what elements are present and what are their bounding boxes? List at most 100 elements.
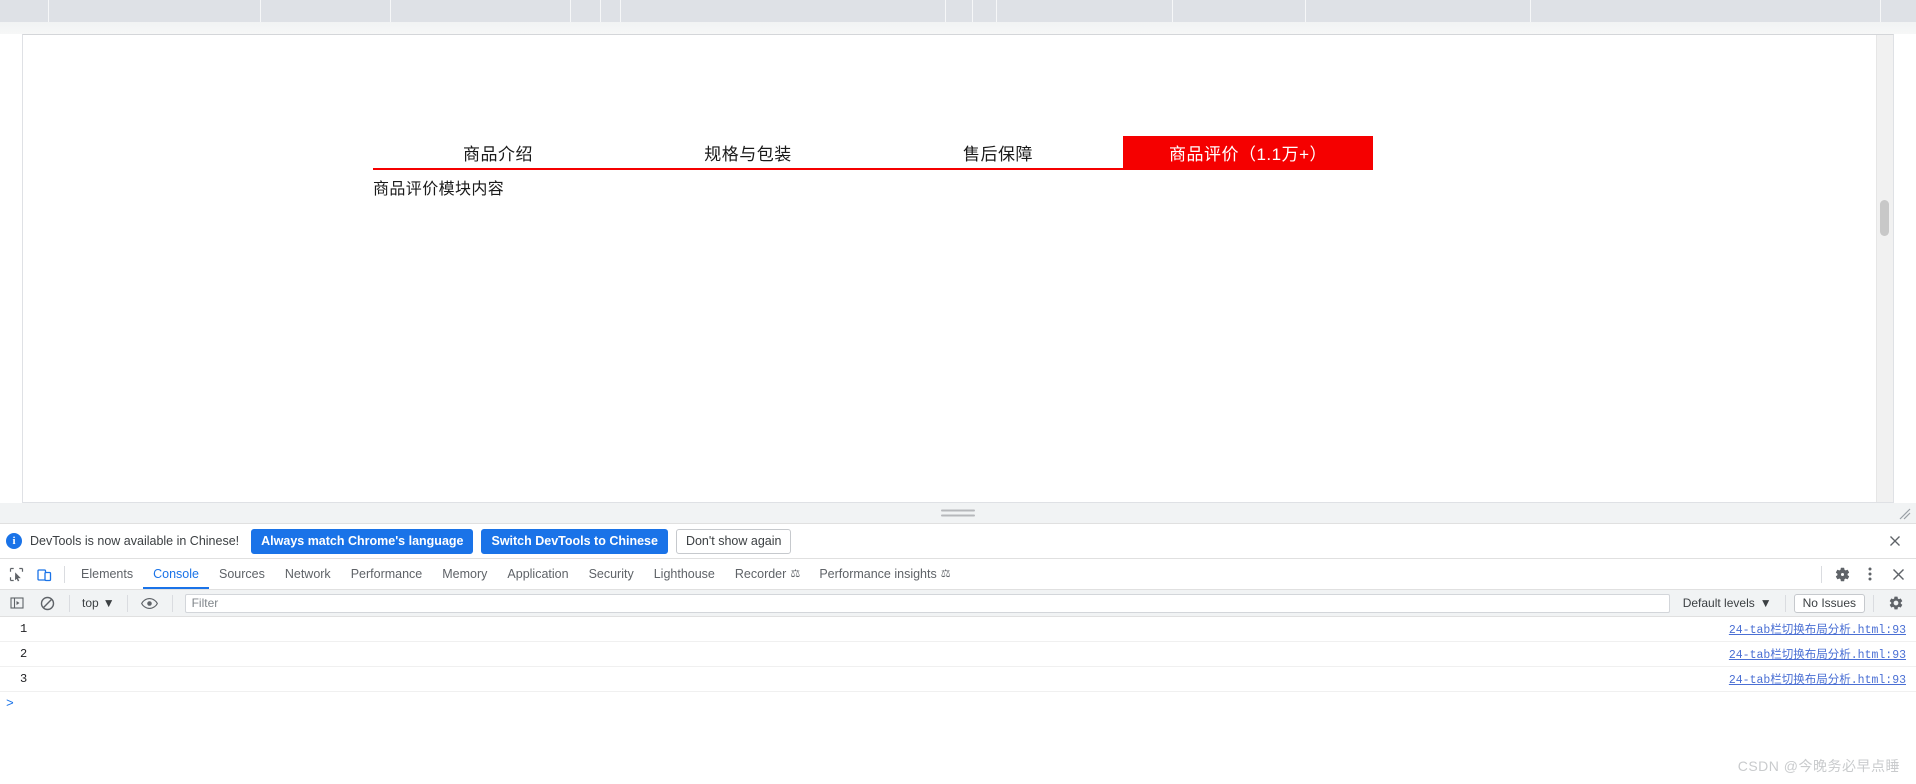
inspect-element-icon[interactable] xyxy=(2,561,30,587)
tab-label: Network xyxy=(284,567,331,581)
close-devtools-icon[interactable] xyxy=(1884,561,1912,587)
banner-message: DevTools is now available in Chinese! xyxy=(30,534,240,548)
tab-product-reviews[interactable]: 商品评价（1.1万+） xyxy=(1123,136,1373,168)
tab-label: Lighthouse xyxy=(653,567,715,581)
bookmark-separator xyxy=(260,0,261,22)
devtools-tab-sources[interactable]: Sources xyxy=(209,559,275,589)
console-filter-input[interactable] xyxy=(184,593,1670,613)
devtools-tab-performance[interactable]: Performance xyxy=(341,559,433,589)
tab-label: Security xyxy=(588,567,634,581)
dont-show-again-button[interactable]: Don't show again xyxy=(675,528,792,554)
tab-label: Performance insights xyxy=(819,567,937,581)
tab-label: 商品评价（1.1万+） xyxy=(1168,144,1328,164)
console-message-text: 2 xyxy=(20,647,28,661)
bookmark-separator xyxy=(1880,0,1881,22)
bookmark-separator xyxy=(972,0,973,22)
more-options-kebab-icon[interactable] xyxy=(1856,561,1884,587)
issues-status-button[interactable]: No Issues xyxy=(1793,593,1865,613)
console-toolbar: top ▼ Default levels ▼ No Issues xyxy=(0,590,1916,617)
devtools-panel-tabbar: Elements Console Sources Network Perform… xyxy=(0,559,1916,590)
tab-label: Memory xyxy=(442,567,488,581)
console-message-list[interactable]: 1 24-tab栏切换布局分析.html:93 2 24-tab栏切换布局分析.… xyxy=(0,617,1916,784)
console-settings-gear-icon[interactable] xyxy=(1882,590,1910,616)
chevron-down-icon: ▼ xyxy=(102,596,115,610)
clear-console-icon[interactable] xyxy=(33,590,61,616)
settings-gear-icon[interactable] xyxy=(1828,561,1856,587)
drag-handle-icon[interactable] xyxy=(941,509,975,517)
page-scrollbar-thumb[interactable] xyxy=(1880,200,1889,236)
toolbar-divider xyxy=(126,594,128,612)
product-tab-bar[interactable]: 商品介绍 规格与包装 售后保障 商品评价（1.1万+） xyxy=(373,136,1373,170)
console-context-selector[interactable]: top ▼ xyxy=(78,594,119,612)
bookmark-separator xyxy=(1172,0,1173,22)
tab-label: Sources xyxy=(218,567,265,581)
console-log-levels-selector[interactable]: Default levels ▼ xyxy=(1678,594,1777,612)
tab-panel-content: 商品评价模块内容 xyxy=(373,181,505,198)
close-icon[interactable] xyxy=(1884,530,1906,552)
devtools-tab-performance-insights[interactable]: Performance insights ⚖ xyxy=(809,559,959,589)
devtools-tab-security[interactable]: Security xyxy=(579,559,644,589)
prompt-chevron-icon: > xyxy=(6,695,14,711)
console-message-text: 1 xyxy=(20,622,28,636)
toolbar-divider xyxy=(1821,565,1822,583)
tab-after-sales[interactable]: 售后保障 xyxy=(873,136,1123,168)
devtools-tab-elements[interactable]: Elements xyxy=(71,559,143,589)
experiment-flask-icon: ⚖ xyxy=(790,567,801,580)
tab-label: 售后保障 xyxy=(963,144,1033,164)
levels-label: Default levels xyxy=(1682,596,1755,610)
devtools-language-banner: i DevTools is now available in Chinese! … xyxy=(0,524,1916,559)
console-input-prompt[interactable]: > xyxy=(0,692,1916,714)
switch-devtools-to-chinese-button[interactable]: Switch DevTools to Chinese xyxy=(481,528,668,554)
bookmark-separator xyxy=(600,0,601,22)
tab-label: 规格与包装 xyxy=(704,144,792,164)
bookmark-separator xyxy=(570,0,571,22)
bookmark-separator xyxy=(996,0,997,22)
tab-label: Performance xyxy=(350,567,423,581)
console-message-row[interactable]: 3 24-tab栏切换布局分析.html:93 xyxy=(0,667,1916,692)
window-resize-grip-icon[interactable] xyxy=(1898,507,1911,520)
console-message-source-link[interactable]: 24-tab栏切换布局分析.html:93 xyxy=(1729,671,1906,687)
bookmark-separator xyxy=(620,0,621,22)
bookmark-separator xyxy=(1530,0,1531,22)
bookmark-separator xyxy=(390,0,391,22)
devtools-tab-network[interactable]: Network xyxy=(275,559,341,589)
tab-label: Application xyxy=(507,567,569,581)
context-label: top xyxy=(82,596,99,610)
create-live-expression-eye-icon[interactable] xyxy=(136,590,164,616)
tab-spec-packaging[interactable]: 规格与包装 xyxy=(623,136,873,168)
tab-label: 商品介绍 xyxy=(463,144,533,164)
devtools-tab-recorder[interactable]: Recorder ⚖ xyxy=(725,559,809,589)
console-message-text: 3 xyxy=(20,672,28,686)
console-message-row[interactable]: 2 24-tab栏切换布局分析.html:93 xyxy=(0,642,1916,667)
console-message-source-link[interactable]: 24-tab栏切换布局分析.html:93 xyxy=(1729,621,1906,637)
console-message-row[interactable]: 1 24-tab栏切换布局分析.html:93 xyxy=(0,617,1916,642)
experiment-flask-icon: ⚖ xyxy=(940,567,951,580)
always-match-chrome-language-button[interactable]: Always match Chrome's language xyxy=(251,528,474,554)
toolbar-divider xyxy=(64,565,65,583)
watermark: CSDN @今晚务必早点睡 xyxy=(1737,758,1900,774)
tab-label: Console xyxy=(153,567,199,581)
bookmark-separator xyxy=(945,0,946,22)
console-message-source-link[interactable]: 24-tab栏切换布局分析.html:93 xyxy=(1729,646,1906,662)
bookmark-separator xyxy=(48,0,49,22)
devtools-resize-bar[interactable] xyxy=(0,503,1916,524)
devtools-tab-lighthouse[interactable]: Lighthouse xyxy=(644,559,725,589)
tab-label: Elements xyxy=(81,567,134,581)
toolbar-divider xyxy=(69,594,70,612)
devtools-tab-console[interactable]: Console xyxy=(143,559,209,589)
toolbar-divider xyxy=(1784,594,1786,612)
page-viewport: 商品介绍 规格与包装 售后保障 商品评价（1.1万+） 商品评价模块内容 xyxy=(22,34,1894,503)
page-vertical-scrollbar[interactable] xyxy=(1876,35,1893,502)
tab-product-intro[interactable]: 商品介绍 xyxy=(373,136,623,168)
info-icon: i xyxy=(6,533,22,549)
tab-label: Recorder xyxy=(734,567,787,581)
toolbar-divider xyxy=(1873,594,1874,612)
console-sidebar-toggle-icon[interactable] xyxy=(3,590,31,616)
browser-bookmarks-strip xyxy=(0,0,1916,22)
browser-chrome-fill xyxy=(0,22,1916,34)
devtools-tab-application[interactable]: Application xyxy=(497,559,578,589)
toolbar-divider xyxy=(171,594,173,612)
devtools-tab-memory[interactable]: Memory xyxy=(432,559,497,589)
bookmark-separator xyxy=(1305,0,1306,22)
device-toolbar-toggle-icon[interactable] xyxy=(30,561,58,587)
